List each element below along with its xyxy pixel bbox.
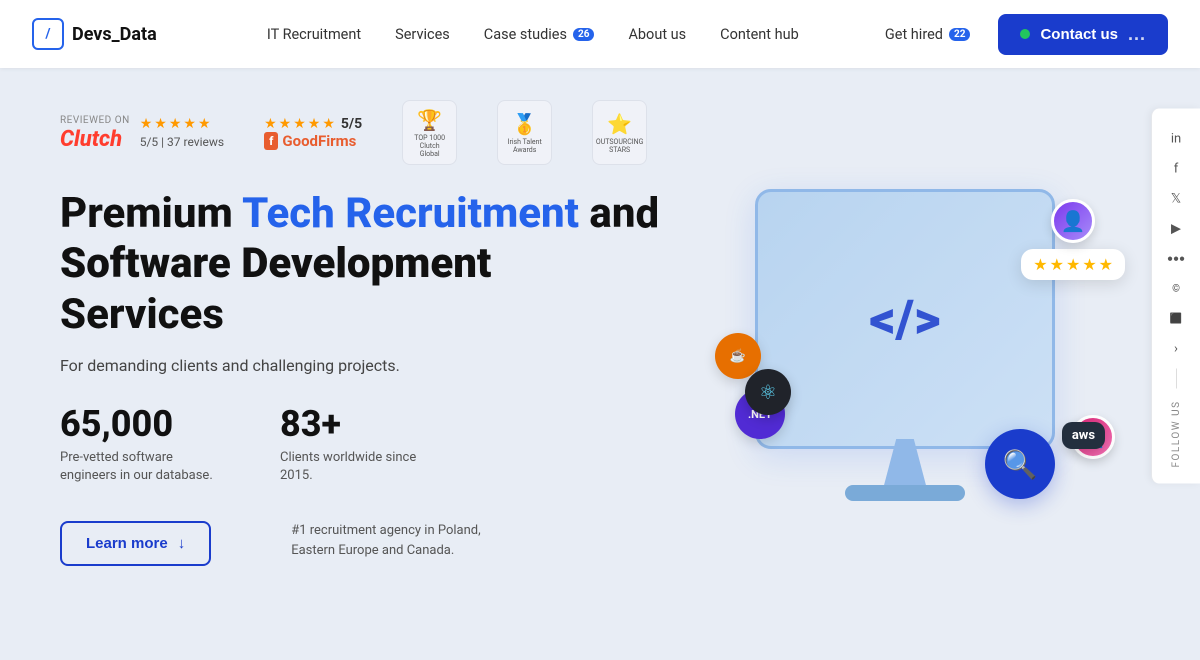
float-aws-badge: aws — [1062, 422, 1105, 449]
clutch-reviewed-label: REVIEWED ON Clutch — [60, 114, 130, 152]
float-stars: ★ ★ ★ ★ ★ — [1021, 249, 1125, 280]
stat-engineers: 65,000 Pre-vetted software engineers in … — [60, 405, 220, 485]
nav-item-content-hub[interactable]: Content hub — [706, 18, 813, 51]
youtube-icon[interactable]: ▶ — [1162, 214, 1190, 242]
nav-item-recruitment[interactable]: IT Recruitment — [253, 18, 375, 51]
clutch-social-icon[interactable]: ⬛ — [1162, 304, 1190, 332]
award-talent: 🥇 Irish TalentAwards — [497, 100, 552, 165]
contact-dots: ... — [1128, 24, 1146, 45]
learn-more-button[interactable]: Learn more ↓ — [60, 521, 211, 566]
case-studies-badge: 26 — [573, 28, 594, 41]
nav-item-case-studies[interactable]: Case studies 26 — [470, 18, 609, 51]
hero-left: Premium Tech Recruitment and Software De… — [60, 189, 660, 566]
monitor-base — [845, 485, 965, 501]
goodfirms-stars: ★ ★ ★ ★ ★ 5/5 — [264, 116, 362, 132]
search-icon-float: 🔍 — [985, 429, 1055, 499]
nav-right: Get hired 22 Contact us ... — [869, 14, 1168, 55]
award-clutch-global: 🏆 TOP 1000ClutchGlobal — [402, 100, 457, 165]
float-react-badge: ⚛ — [745, 369, 791, 415]
stat-engineers-number: 65,000 — [60, 405, 220, 445]
person-avatar-1: 👤 — [1051, 199, 1095, 243]
award-outsourcing-stars: ⭐ OUTSOURCINGSTARS — [592, 100, 647, 165]
hero-subtitle: For demanding clients and challenging pr… — [60, 356, 660, 375]
badges-row: REVIEWED ON Clutch ★ ★ ★ ★ ★ 5/5 | 37 re… — [60, 88, 1140, 165]
monitor-screen: </> — [755, 189, 1055, 449]
stat-clients: 83+ Clients worldwide since 2015. — [280, 405, 440, 485]
hero-section: Premium Tech Recruitment and Software De… — [60, 189, 1140, 566]
logo-text: Devs_Data — [72, 24, 157, 45]
stats-row: 65,000 Pre-vetted software engineers in … — [60, 405, 660, 485]
twitter-x-icon[interactable]: 𝕏 — [1162, 184, 1190, 212]
nav-item-services[interactable]: Services — [381, 18, 464, 51]
logo[interactable]: / Devs_Data — [32, 18, 157, 50]
monitor-illustration: </> ★ ★ ★ ★ ★ 👤 👤 aws ☕ .NET ⚛ 🔍 — [715, 189, 1115, 539]
clutch-badge: REVIEWED ON Clutch ★ ★ ★ ★ ★ 5/5 | 37 re… — [60, 114, 224, 152]
stat-clients-number: 83+ — [280, 405, 440, 445]
hero-image: </> ★ ★ ★ ★ ★ 👤 👤 aws ☕ .NET ⚛ 🔍 — [700, 189, 1130, 539]
linkedin-icon[interactable]: in — [1162, 124, 1190, 152]
contact-us-button[interactable]: Contact us ... — [998, 14, 1168, 55]
agency-note: #1 recruitment agency in Poland, Eastern… — [291, 521, 491, 560]
facebook-icon[interactable]: f — [1162, 154, 1190, 182]
navbar: / Devs_Data IT Recruitment Services Case… — [0, 0, 1200, 68]
follow-us-label: Follow us — [1171, 400, 1182, 467]
nav-item-about[interactable]: About us — [614, 18, 700, 51]
crunchbase-icon[interactable]: © — [1162, 274, 1190, 302]
social-divider — [1176, 368, 1177, 388]
hero-title: Premium Tech Recruitment and Software De… — [60, 189, 660, 340]
social-rail: in f 𝕏 ▶ ●●● © ⬛ › Follow us — [1151, 108, 1200, 483]
clutch-stars: ★ ★ ★ ★ ★ — [140, 116, 224, 132]
chevron-icon[interactable]: › — [1162, 334, 1190, 362]
clutch-logo: Clutch — [60, 127, 130, 152]
stat-engineers-desc: Pre-vetted software engineers in our dat… — [60, 449, 220, 485]
clutch-rating-text: 5/5 | 37 reviews — [140, 135, 224, 149]
main-content: REVIEWED ON Clutch ★ ★ ★ ★ ★ 5/5 | 37 re… — [0, 68, 1200, 566]
logo-icon: / — [32, 18, 64, 50]
bottom-row: Learn more ↓ #1 recruitment agency in Po… — [60, 521, 660, 566]
get-hired-button[interactable]: Get hired 22 — [869, 18, 987, 51]
goodfirms-logo: f GoodFirms — [264, 132, 362, 150]
nav-center: IT Recruitment Services Case studies 26 … — [197, 18, 869, 51]
get-hired-badge: 22 — [949, 28, 970, 41]
goodfirms-badge: ★ ★ ★ ★ ★ 5/5 f GoodFirms — [264, 116, 362, 150]
code-tag-icon: </> — [869, 289, 940, 350]
clutch-rating-info: ★ ★ ★ ★ ★ 5/5 | 37 reviews — [140, 116, 224, 149]
stat-clients-desc: Clients worldwide since 2015. — [280, 449, 440, 485]
online-dot — [1020, 29, 1030, 39]
medium-icon[interactable]: ●●● — [1162, 244, 1190, 272]
